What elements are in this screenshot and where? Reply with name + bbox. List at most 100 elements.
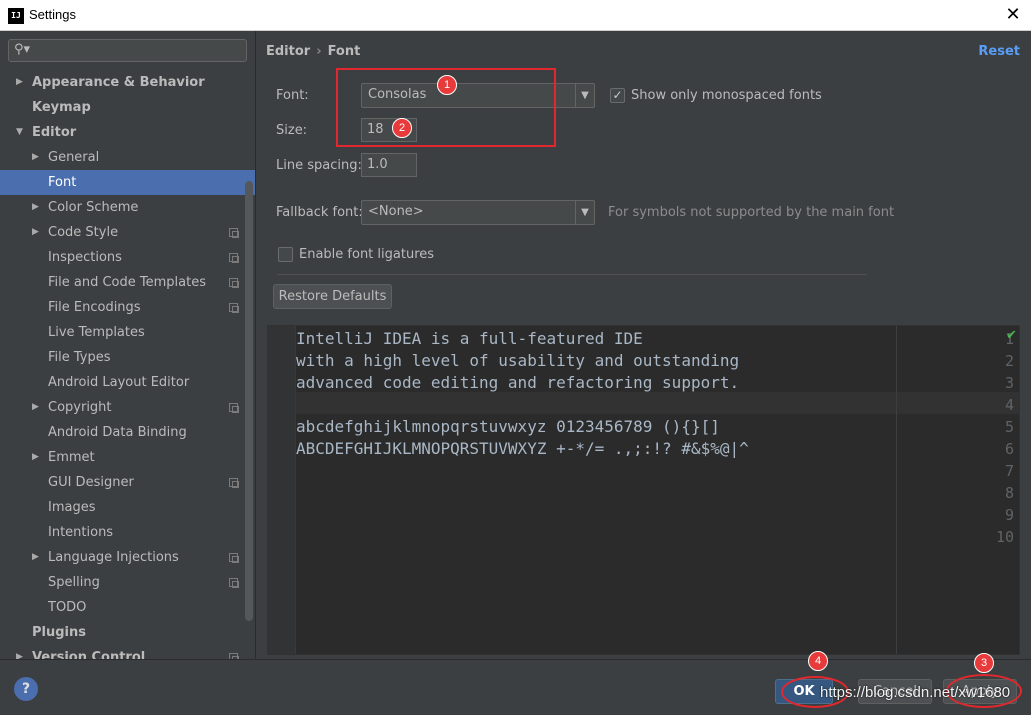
sidebar-item-label: Inspections <box>48 250 122 265</box>
sidebar-item-label: Emmet <box>48 450 95 465</box>
size-label: Size: <box>276 123 308 138</box>
help-icon[interactable]: ? <box>14 677 38 701</box>
close-window-button[interactable]: ✕ <box>1000 4 1026 26</box>
collapsed-arrow-icon[interactable]: ▶ <box>32 545 42 570</box>
sidebar-item-appearance-behavior[interactable]: ▶ Appearance & Behavior <box>0 70 255 95</box>
sidebar-item-general[interactable]: ▶ General <box>0 145 255 170</box>
sidebar-item-label: Android Data Binding <box>48 425 187 440</box>
line-spacing-label: Line spacing: <box>276 158 362 173</box>
collapsed-arrow-icon[interactable]: ▶ <box>32 395 42 420</box>
search-icon[interactable]: ⚲▾ <box>14 42 30 57</box>
sidebar-item-version-control[interactable]: ▶ Version Control <box>0 645 255 659</box>
sidebar-item-emmet[interactable]: ▶ Emmet <box>0 445 255 470</box>
fallback-font-dropdown[interactable]: <None> ▼ <box>361 200 595 225</box>
line-number: 7 <box>1004 462 1014 480</box>
sidebar-item-label: Intentions <box>48 525 114 540</box>
sidebar-item-label: Version Control <box>32 650 146 659</box>
project-settings-icon <box>229 403 239 413</box>
sidebar-item-label: Images <box>48 500 96 515</box>
sidebar-item-android-data-binding[interactable]: Android Data Binding <box>0 420 255 445</box>
line-spacing-field[interactable]: 1.0 <box>361 153 417 177</box>
line-number-gutter <box>268 326 296 654</box>
sidebar-item-images[interactable]: Images <box>0 495 255 520</box>
sidebar-item-todo[interactable]: TODO <box>0 595 255 620</box>
sidebar-item-file-types[interactable]: File Types <box>0 345 255 370</box>
font-ligatures-checkbox[interactable] <box>278 247 293 262</box>
sidebar-item-android-layout-editor[interactable]: Android Layout Editor <box>0 370 255 395</box>
line-number: 6 <box>1004 440 1014 458</box>
sidebar-item-label: File and Code Templates <box>48 275 206 290</box>
preview-code-line: IntelliJ IDEA is a full-featured IDE <box>296 329 643 348</box>
sidebar-item-live-templates[interactable]: Live Templates <box>0 320 255 345</box>
intellij-app-icon: IJ <box>8 8 24 24</box>
sidebar-item-label: TODO <box>48 600 87 615</box>
line-number: 10 <box>995 528 1014 546</box>
sidebar-item-code-style[interactable]: ▶ Code Style <box>0 220 255 245</box>
sidebar-item-label: File Encodings <box>48 300 141 315</box>
project-settings-icon <box>229 228 239 238</box>
collapsed-arrow-icon[interactable]: ▶ <box>32 445 42 470</box>
expanded-arrow-icon[interactable]: ▼ <box>16 120 26 145</box>
line-number: 3 <box>1004 374 1014 392</box>
window-titlebar: IJ Settings ✕ <box>0 0 1031 31</box>
font-ligatures-label[interactable]: Enable font ligatures <box>299 247 434 262</box>
chevron-down-icon[interactable]: ▼ <box>575 201 594 224</box>
sidebar-item-inspections[interactable]: Inspections <box>0 245 255 270</box>
annotation-badge-2: 2 <box>392 118 412 138</box>
fallback-font-value: <None> <box>368 204 424 219</box>
collapsed-arrow-icon[interactable]: ▶ <box>32 195 42 220</box>
settings-tree: ▶ Appearance & Behavior Keymap ▼ Editor ▶ Gene… <box>0 70 255 659</box>
font-preview-editor[interactable]: 1 IntelliJ IDEA is a full-featured IDE 2 wi… <box>267 325 1020 655</box>
dialog-button-bar: ? OK Cancel Apply 4 3 https://blog.csdn.… <box>0 651 1031 715</box>
line-number: 8 <box>1004 484 1014 502</box>
project-settings-icon <box>229 478 239 488</box>
breadcrumb-parent[interactable]: Editor <box>266 44 310 59</box>
sidebar-item-label: Color Scheme <box>48 200 139 215</box>
annotation-badge-1: 1 <box>437 75 457 95</box>
preview-code-line <box>296 394 896 416</box>
show-monospaced-checkbox[interactable]: ✓ <box>610 88 625 103</box>
preview-code-line <box>296 526 896 548</box>
preview-code-line: advanced code editing and refactoring su… <box>296 373 740 392</box>
sidebar-item-keymap[interactable]: Keymap <box>0 95 255 120</box>
sidebar-item-editor[interactable]: ▼ Editor <box>0 120 255 145</box>
sidebar-item-language-injections[interactable]: ▶ Language Injections <box>0 545 255 570</box>
font-label: Font: <box>276 88 309 103</box>
sidebar-item-file-encodings[interactable]: File Encodings <box>0 295 255 320</box>
sidebar-item-font[interactable]: Font <box>0 170 255 195</box>
show-monospaced-label[interactable]: Show only monospaced fonts <box>631 88 822 103</box>
sidebar-scrollbar[interactable] <box>245 181 253 621</box>
collapsed-arrow-icon[interactable]: ▶ <box>16 645 26 659</box>
breadcrumb-separator: › <box>316 44 322 59</box>
project-settings-icon <box>229 278 239 288</box>
line-number: 9 <box>1004 506 1014 524</box>
preview-code-line <box>296 504 896 526</box>
sidebar-item-spelling[interactable]: Spelling <box>0 570 255 595</box>
blog-watermark: https://blog.csdn.net/xw1680 <box>820 684 1011 701</box>
sidebar-item-label: GUI Designer <box>48 475 134 490</box>
sidebar-item-label: File Types <box>48 350 111 365</box>
sidebar-item-color-scheme[interactable]: ▶ Color Scheme <box>0 195 255 220</box>
reset-link[interactable]: Reset <box>978 44 1020 59</box>
sidebar-item-label: Android Layout Editor <box>48 375 190 390</box>
sidebar-item-label: General <box>48 150 100 165</box>
fallback-font-label: Fallback font: <box>276 205 363 220</box>
sidebar-item-gui-designer[interactable]: GUI Designer <box>0 470 255 495</box>
preview-code-line: abcdefghijklmnopqrstuvwxyz 0123456789 ()… <box>296 417 720 436</box>
restore-defaults-button[interactable]: Restore Defaults <box>273 284 392 309</box>
sidebar-item-copyright[interactable]: ▶ Copyright <box>0 395 255 420</box>
breadcrumb-current: Font <box>327 44 361 59</box>
collapsed-arrow-icon[interactable]: ▶ <box>32 145 42 170</box>
sidebar-item-label: Spelling <box>48 575 100 590</box>
collapsed-arrow-icon[interactable]: ▶ <box>16 70 26 95</box>
sidebar-item-label: Editor <box>32 125 77 140</box>
settings-search-box[interactable]: ⚲▾ <box>8 39 247 62</box>
collapsed-arrow-icon[interactable]: ▶ <box>32 220 42 245</box>
chevron-down-icon[interactable]: ▼ <box>575 84 594 107</box>
right-margin-guide <box>896 326 897 654</box>
line-number: 4 <box>1004 396 1014 414</box>
sidebar-item-intentions[interactable]: Intentions <box>0 520 255 545</box>
sidebar-item-plugins[interactable]: Plugins <box>0 620 255 645</box>
settings-search-input[interactable] <box>35 42 240 59</box>
sidebar-item-file-and-code-templates[interactable]: File and Code Templates <box>0 270 255 295</box>
